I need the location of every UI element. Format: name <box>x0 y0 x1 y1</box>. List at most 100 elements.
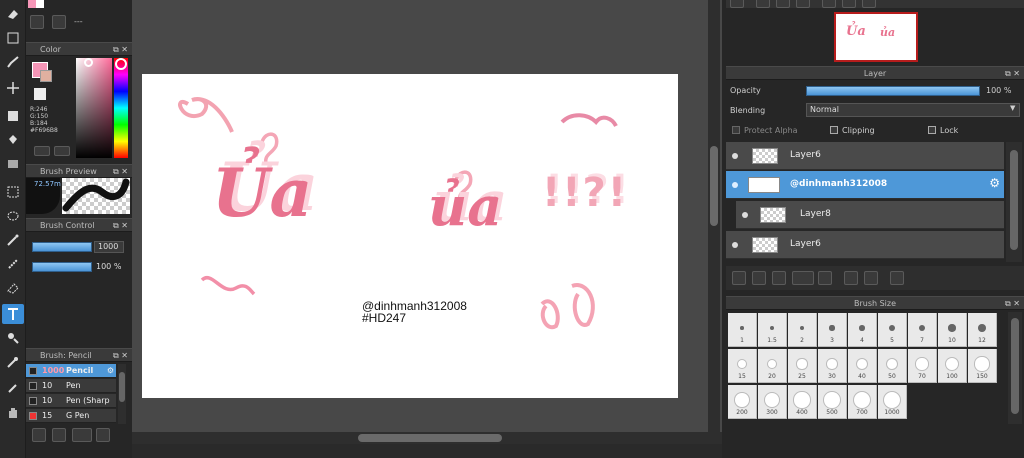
brush-size-cell[interactable]: 700 <box>848 385 877 419</box>
eye-icon[interactable] <box>732 182 738 188</box>
brush-size-cell[interactable]: 50 <box>878 349 907 383</box>
layer-mask-icon[interactable] <box>864 271 878 285</box>
brush-size-cell[interactable]: 10 <box>938 313 967 347</box>
move-tool-icon[interactable] <box>2 78 24 98</box>
eyedropper-icon[interactable] <box>2 352 24 372</box>
brush-size-cell[interactable]: 150 <box>968 349 997 383</box>
layer-opacity-slider[interactable] <box>806 86 980 96</box>
text-tool-icon[interactable] <box>2 304 24 324</box>
eye-icon[interactable] <box>742 212 748 218</box>
brush-size-cell[interactable]: 15 <box>728 349 757 383</box>
brush-item[interactable]: 10 Pen <box>26 379 116 393</box>
sub-color-swatch[interactable] <box>40 70 52 82</box>
brush-size-cell[interactable]: 3 <box>818 313 847 347</box>
reset-view-icon[interactable] <box>862 0 876 8</box>
brush-size-cell[interactable]: 300 <box>758 385 787 419</box>
color-mode-icon[interactable] <box>54 146 70 156</box>
brush-size-cell[interactable]: 7 <box>908 313 937 347</box>
brush-item[interactable]: 10 Pen (Sharp <box>26 394 116 408</box>
layer-row[interactable]: Layer6 <box>726 231 1004 259</box>
brush-size-cell[interactable]: 2 <box>788 313 817 347</box>
merge-layer-icon[interactable] <box>844 271 858 285</box>
brush-add-icon[interactable] <box>32 428 46 442</box>
brush-size-value[interactable]: 1000 <box>94 241 124 253</box>
fit-icon[interactable] <box>776 0 790 8</box>
eye-icon[interactable] <box>732 242 738 248</box>
brush-size-cell[interactable]: 4 <box>848 313 877 347</box>
brush-size-cell[interactable]: 12 <box>968 313 997 347</box>
transparent-swatch[interactable] <box>34 88 46 100</box>
color-swatch[interactable] <box>36 0 44 8</box>
gear-icon[interactable]: ⚙ <box>989 176 1000 190</box>
gear-icon[interactable]: ⚙ <box>107 364 114 377</box>
zoom-out-icon[interactable] <box>756 0 770 8</box>
bucket-icon[interactable] <box>2 130 24 150</box>
brush-size-cell[interactable]: 1.5 <box>758 313 787 347</box>
actual-size-icon[interactable] <box>796 0 810 8</box>
brush-size-cell[interactable]: 30 <box>818 349 847 383</box>
zoom-in-icon[interactable] <box>730 0 744 8</box>
brush-size-cell[interactable]: 200 <box>728 385 757 419</box>
blending-select[interactable]: Normal <box>806 103 1020 117</box>
flip-icon[interactable] <box>842 0 856 8</box>
dropper-icon[interactable] <box>2 378 24 398</box>
brush-size-cell[interactable]: 20 <box>758 349 787 383</box>
eraser-tool-icon[interactable] <box>2 4 24 24</box>
eye-icon[interactable] <box>732 153 738 159</box>
brush-size-cell[interactable]: 40 <box>848 349 877 383</box>
new-layer-folder-icon[interactable] <box>752 271 766 285</box>
new-swatch-icon[interactable] <box>30 15 44 29</box>
brush-size-cell[interactable]: 400 <box>788 385 817 419</box>
color-swatch[interactable] <box>28 0 36 8</box>
select-eraser-icon[interactable] <box>2 278 24 298</box>
brush-list-scrollbar[interactable] <box>118 364 126 424</box>
select-pen-icon[interactable] <box>2 254 24 274</box>
duplicate-layer-icon[interactable] <box>772 271 786 285</box>
brush-item[interactable]: 15 G Pen <box>26 409 116 423</box>
brush-size-cell[interactable]: 1 <box>728 313 757 347</box>
brush-size-cell[interactable]: 1000 <box>878 385 907 419</box>
canvas-horizontal-scrollbar[interactable] <box>132 432 722 444</box>
lock-checkbox[interactable] <box>928 126 936 134</box>
brush-size-cell[interactable]: 70 <box>908 349 937 383</box>
picker-cursor[interactable] <box>84 58 93 67</box>
folder-icon[interactable] <box>818 271 832 285</box>
layer-row[interactable]: Layer6 <box>726 142 1004 170</box>
trash-icon[interactable] <box>890 271 904 285</box>
layer-list-scrollbar[interactable] <box>1006 142 1022 262</box>
brush-size-cell[interactable]: 500 <box>818 385 847 419</box>
brush-item[interactable]: 1000 Pencil ⚙ <box>26 364 116 378</box>
saturation-picker[interactable] <box>76 58 112 158</box>
protect-alpha-checkbox[interactable] <box>732 126 740 134</box>
magic-wand-icon[interactable] <box>2 230 24 250</box>
hand-tool-icon[interactable] <box>2 402 24 422</box>
brush-size-cell[interactable]: 25 <box>788 349 817 383</box>
new-layer-icon[interactable] <box>732 271 746 285</box>
trash-icon[interactable] <box>52 15 66 29</box>
layer-add-menu-icon[interactable] <box>792 271 814 285</box>
brush-size-slider[interactable] <box>32 242 92 252</box>
clipping-checkbox[interactable] <box>830 126 838 134</box>
lasso-icon[interactable] <box>2 206 24 226</box>
gradient-icon[interactable] <box>2 154 24 174</box>
brush-settings-icon[interactable] <box>96 428 110 442</box>
navigator-thumbnail[interactable]: Ủa ủa <box>834 12 918 62</box>
brush-size-cell[interactable]: 100 <box>938 349 967 383</box>
rotate-icon[interactable] <box>822 0 836 8</box>
fill-rect-icon[interactable] <box>2 106 24 126</box>
color-mode-icon[interactable] <box>34 146 50 156</box>
shape-tool-icon[interactable] <box>2 328 24 348</box>
brush-menu-icon[interactable] <box>72 428 92 442</box>
brush-opacity-slider[interactable] <box>32 262 92 272</box>
canvas-vertical-scrollbar[interactable] <box>708 0 720 432</box>
drawing-canvas[interactable]: Ủa ủa !!?! @dinhmanh312008 #HD247 <box>142 74 678 398</box>
brush-tool-icon[interactable] <box>2 52 24 72</box>
layer-row[interactable]: @dinhmanh312008 ⚙ <box>726 171 1004 199</box>
brush-copy-icon[interactable] <box>52 428 66 442</box>
rectangle-select-icon[interactable] <box>2 28 24 48</box>
brush-size-scrollbar[interactable] <box>1008 312 1022 424</box>
layer-row[interactable]: Layer8 <box>736 201 1004 229</box>
hue-cursor[interactable] <box>115 58 127 70</box>
hue-slider[interactable] <box>114 58 128 158</box>
select-rect-icon[interactable] <box>2 182 24 202</box>
